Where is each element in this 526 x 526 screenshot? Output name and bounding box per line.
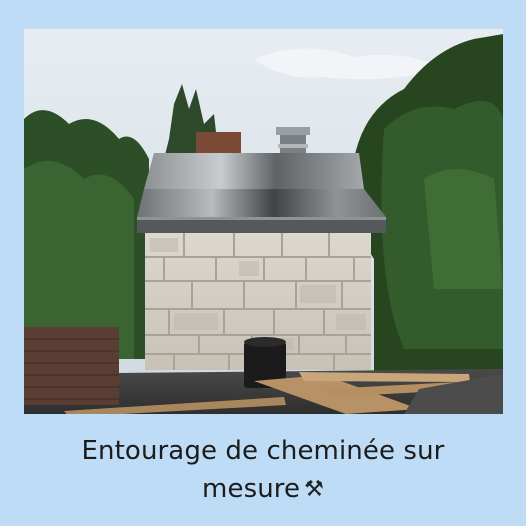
chimney-photo-illustration (24, 29, 503, 414)
caption-line-1: Entourage de cheminée sur (81, 436, 445, 466)
caption-line-2-text: mesure (202, 474, 301, 504)
caption-line-2: mesure ⚒ (0, 470, 526, 509)
chimney-photo (24, 29, 503, 414)
post-card: Entourage de cheminée sur mesure ⚒ (0, 0, 526, 526)
post-caption: Entourage de cheminée sur mesure ⚒ (0, 432, 526, 509)
hammer-and-pick-icon: ⚒ (304, 477, 324, 502)
